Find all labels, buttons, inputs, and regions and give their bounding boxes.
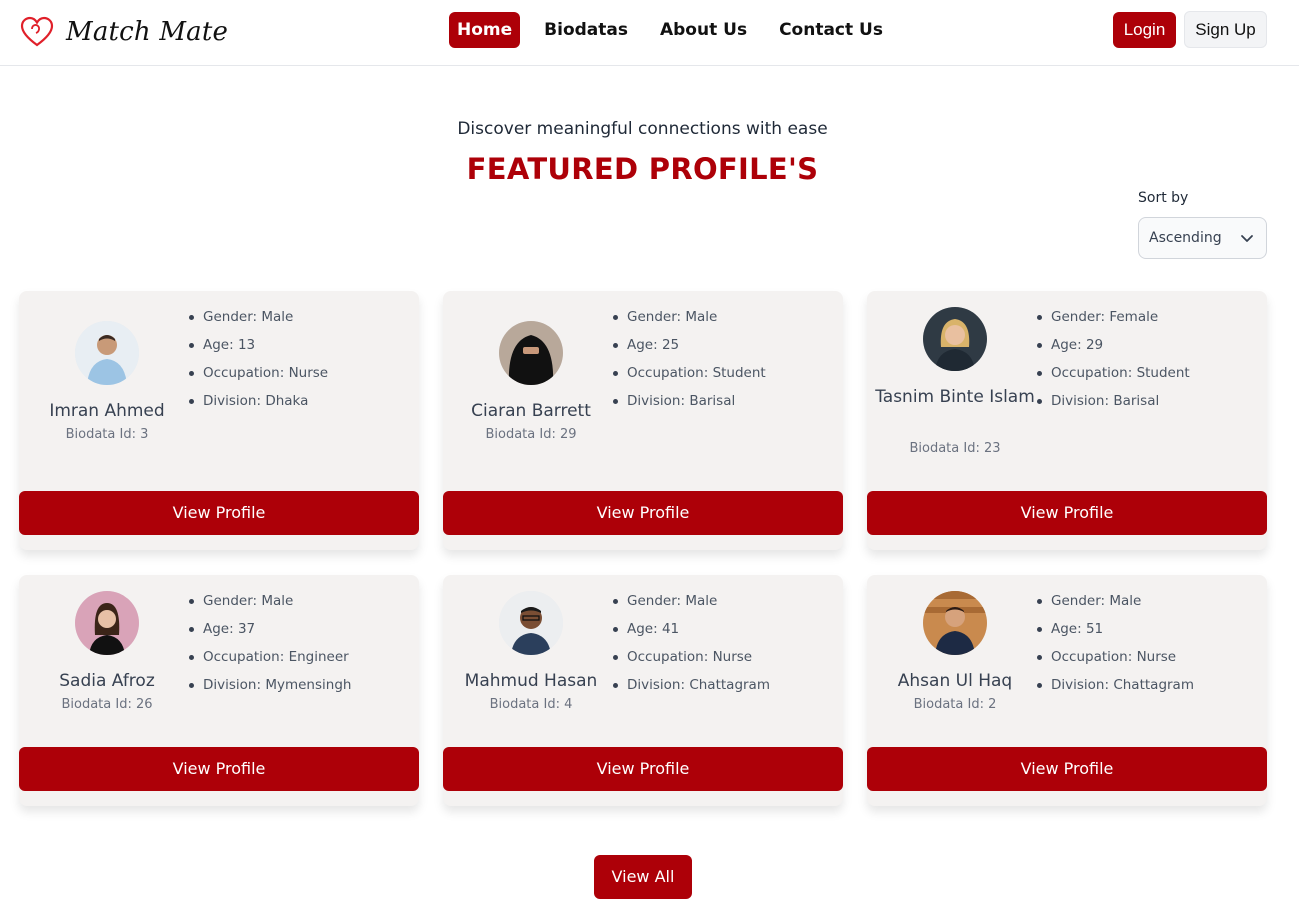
view-profile-button[interactable]: View Profile — [443, 747, 843, 791]
avatar — [923, 591, 987, 655]
detail-division: Division: Chattagram — [1037, 673, 1194, 701]
avatar — [499, 321, 563, 385]
sort-selected-value: Ascending — [1149, 230, 1222, 246]
profile-details: Gender: Male Age: 13 Occupation: Nurse D… — [188, 305, 328, 417]
profile-name: Mahmud Hasan — [464, 671, 598, 691]
biodata-id: Biodata Id: 23 — [909, 441, 1001, 456]
avatar — [499, 591, 563, 655]
section-subtitle: Discover meaningful connections with eas… — [457, 119, 828, 139]
biodata-id: Biodata Id: 2 — [913, 697, 997, 712]
chevron-down-icon — [1241, 235, 1253, 242]
detail-age: Age: 13 — [188, 333, 328, 361]
detail-age: Age: 51 — [1037, 617, 1194, 645]
nav-about-us[interactable]: About Us — [652, 12, 755, 48]
detail-division: Division: Barisal — [1037, 389, 1190, 417]
detail-occupation: Occupation: Nurse — [1037, 645, 1194, 673]
signup-button[interactable]: Sign Up — [1184, 11, 1267, 48]
avatar — [75, 591, 139, 655]
view-profile-button[interactable]: View Profile — [19, 747, 419, 791]
main-nav: Home Biodatas About Us Contact Us — [449, 12, 907, 48]
detail-occupation: Occupation: Nurse — [188, 361, 328, 389]
detail-division: Division: Mymensingh — [188, 673, 351, 701]
view-profile-button[interactable]: View Profile — [19, 491, 419, 535]
profile-details: Gender: Male Age: 41 Occupation: Nurse D… — [613, 589, 770, 701]
detail-age: Age: 41 — [613, 617, 770, 645]
brand-name: Match Mate — [66, 17, 229, 47]
detail-occupation: Occupation: Nurse — [613, 645, 770, 673]
brand[interactable]: Match Mate — [20, 12, 228, 52]
profile-card: Tasnim Binte Islam Biodata Id: 23 Gender… — [867, 291, 1267, 550]
biodata-id: Biodata Id: 3 — [65, 427, 149, 442]
profile-card: Imran Ahmed Biodata Id: 3 Gender: Male A… — [19, 291, 419, 550]
detail-gender: Gender: Male — [613, 589, 770, 617]
detail-gender: Gender: Female — [1037, 305, 1190, 333]
avatar — [923, 307, 987, 371]
nav-biodatas[interactable]: Biodatas — [536, 12, 636, 48]
view-profile-button[interactable]: View Profile — [443, 491, 843, 535]
heart-logo-icon — [20, 16, 54, 47]
detail-occupation: Occupation: Engineer — [188, 645, 351, 673]
detail-gender: Gender: Male — [1037, 589, 1194, 617]
profile-name: Tasnim Binte Islam — [875, 387, 1035, 407]
detail-gender: Gender: Male — [188, 589, 351, 617]
nav-home[interactable]: Home — [449, 12, 521, 48]
profile-details: Gender: Female Age: 29 Occupation: Stude… — [1037, 305, 1190, 417]
detail-gender: Gender: Male — [613, 305, 766, 333]
detail-age: Age: 25 — [613, 333, 766, 361]
view-all-button[interactable]: View All — [594, 855, 692, 899]
biodata-id: Biodata Id: 29 — [485, 427, 577, 442]
detail-division: Division: Dhaka — [188, 389, 328, 417]
profile-details: Gender: Male Age: 51 Occupation: Nurse D… — [1037, 589, 1194, 701]
profile-name: Imran Ahmed — [49, 401, 165, 421]
profile-card: Sadia Afroz Biodata Id: 26 Gender: Male … — [19, 575, 419, 806]
view-profile-button[interactable]: View Profile — [867, 491, 1267, 535]
avatar — [75, 321, 139, 385]
profile-card: Ciaran Barrett Biodata Id: 29 Gender: Ma… — [443, 291, 843, 550]
detail-division: Division: Chattagram — [613, 673, 770, 701]
detail-division: Division: Barisal — [613, 389, 766, 417]
profile-name: Sadia Afroz — [59, 671, 155, 691]
sort-select[interactable]: Ascending — [1138, 217, 1267, 259]
nav-contact-us[interactable]: Contact Us — [771, 12, 891, 48]
section-title: FEATURED PROFILE'S — [466, 152, 819, 186]
profile-name: Ciaran Barrett — [471, 401, 591, 421]
detail-occupation: Occupation: Student — [613, 361, 766, 389]
profile-name: Ahsan Ul Haq — [897, 671, 1013, 691]
profile-details: Gender: Male Age: 25 Occupation: Student… — [613, 305, 766, 417]
detail-age: Age: 29 — [1037, 333, 1190, 361]
detail-age: Age: 37 — [188, 617, 351, 645]
navbar: Match Mate Home Biodatas About Us Contac… — [0, 0, 1299, 66]
profile-details: Gender: Male Age: 37 Occupation: Enginee… — [188, 589, 351, 701]
view-profile-button[interactable]: View Profile — [867, 747, 1267, 791]
login-button[interactable]: Login — [1113, 12, 1176, 48]
biodata-id: Biodata Id: 4 — [489, 697, 573, 712]
sort-label: Sort by — [1138, 190, 1189, 206]
profile-card: Mahmud Hasan Biodata Id: 4 Gender: Male … — [443, 575, 843, 806]
detail-occupation: Occupation: Student — [1037, 361, 1190, 389]
biodata-id: Biodata Id: 26 — [61, 697, 153, 712]
profile-card: Ahsan Ul Haq Biodata Id: 2 Gender: Male … — [867, 575, 1267, 806]
detail-gender: Gender: Male — [188, 305, 328, 333]
